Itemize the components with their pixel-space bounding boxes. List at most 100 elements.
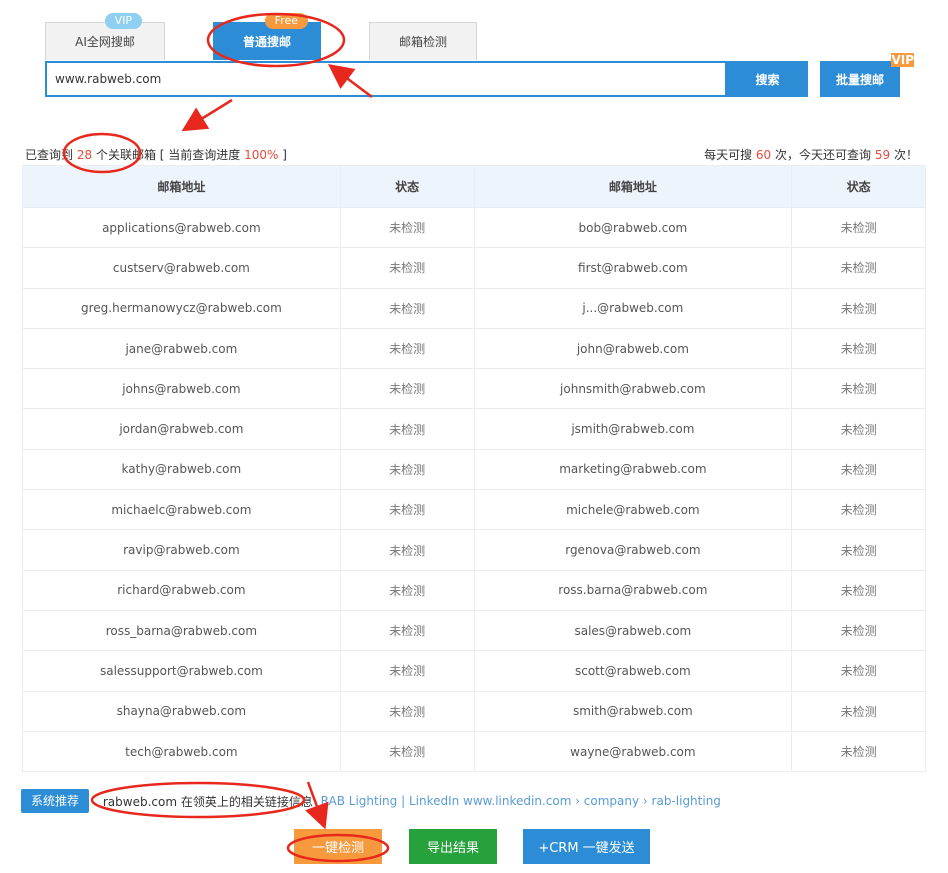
email-cell: michaelc@rabweb.com xyxy=(22,489,341,531)
table-row: greg.hermanowycz@rabweb.com 未检测 j...@rabwe… xyxy=(22,287,926,329)
email-cell: richard@rabweb.com xyxy=(22,569,341,611)
email-cell: applications@rabweb.com xyxy=(22,206,341,249)
email-cell: ravip@rabweb.com xyxy=(22,529,341,571)
table-row: jordan@rabweb.com 未检测 jsmith@rabweb.com 未检测 xyxy=(22,408,926,450)
status-cell: 未检测 xyxy=(791,730,926,773)
email-cell: michele@rabweb.com xyxy=(473,489,793,531)
email-cell: jane@rabweb.com xyxy=(22,327,341,370)
tab-ai-search[interactable]: AI全网搜邮 VIP xyxy=(45,13,165,60)
email-cell: marketing@rabweb.com xyxy=(473,448,793,491)
search-button[interactable]: 搜索 xyxy=(727,61,808,97)
status-cell: 未检测 xyxy=(339,569,475,611)
one-click-check-button[interactable]: 一键检测 xyxy=(294,829,382,864)
status-cell: 未检测 xyxy=(339,730,475,773)
table-row: michaelc@rabweb.com 未检测 michele@rabweb.com… xyxy=(22,489,926,531)
status-close: ] xyxy=(282,148,287,162)
status-cell: 未检测 xyxy=(791,448,926,491)
status-cell: 未检测 xyxy=(791,368,926,410)
quota-prefix: 每天可搜 xyxy=(704,148,753,162)
email-cell: rgenova@rabweb.com xyxy=(473,529,793,571)
result-count: 28 xyxy=(76,148,93,162)
status-cell: 未检测 xyxy=(791,206,926,249)
status-cell: 未检测 xyxy=(339,448,475,491)
status-cell: 未检测 xyxy=(791,489,926,531)
recommend-text: rabweb.com 在领英上的相关链接信息 xyxy=(102,794,313,809)
linkedin-link[interactable]: RAB Lighting | LinkedIn www.linkedin.com… xyxy=(321,794,721,808)
remaining-count: 59 xyxy=(874,148,891,162)
status-cell: 未检测 xyxy=(791,327,926,370)
email-cell: johnsmith@rabweb.com xyxy=(473,368,793,410)
email-cell: j...@rabweb.com xyxy=(473,287,793,329)
status-cell: 未检测 xyxy=(791,569,926,611)
table-row: tech@rabweb.com 未检测 wayne@rabweb.com 未检测 xyxy=(22,730,926,773)
status-cell: 未检测 xyxy=(339,206,475,249)
status-cell: 未检测 xyxy=(339,650,475,692)
table-row: salessupport@rabweb.com 未检测 scott@rabweb.c… xyxy=(22,650,926,692)
status-cell: 未检测 xyxy=(339,247,475,289)
status-cell: 未检测 xyxy=(339,368,475,410)
email-cell: jordan@rabweb.com xyxy=(22,408,341,450)
status-cell: 未检测 xyxy=(791,287,926,329)
table-row: ravip@rabweb.com 未检测 rgenova@rabweb.com 未检测 xyxy=(22,529,926,571)
status-cell: 未检测 xyxy=(339,287,475,329)
table-row: kathy@rabweb.com 未检测 marketing@rabweb.com 未… xyxy=(22,448,926,491)
email-cell: johns@rabweb.com xyxy=(22,368,341,410)
annotation-arrow xyxy=(181,98,233,132)
export-results-button[interactable]: 导出结果 xyxy=(409,829,497,864)
progress-value: 100% xyxy=(244,148,279,162)
status-cell: 未检测 xyxy=(339,408,475,450)
table-row: richard@rabweb.com 未检测 ross.barna@rabweb.c… xyxy=(22,569,926,611)
column-header-status: 状态 xyxy=(339,165,475,208)
vip-badge: VIP xyxy=(104,13,142,29)
tab-label: 普通搜邮 xyxy=(242,35,291,49)
table-row: custserv@rabweb.com 未检测 first@rabweb.com 未检… xyxy=(22,247,926,289)
column-header-email: 邮箱地址 xyxy=(473,165,793,208)
column-header-status: 状态 xyxy=(791,165,926,208)
email-cell: scott@rabweb.com xyxy=(473,650,793,692)
crm-send-button[interactable]: +CRM 一键发送 xyxy=(523,829,650,864)
table-row: shayna@rabweb.com 未检测 smith@rabweb.com 未检测 xyxy=(22,690,926,732)
status-cell: 未检测 xyxy=(339,489,475,531)
vip-badge: VIP xyxy=(891,53,914,67)
system-recommendation: 系统推荐 rabweb.com 在领英上的相关链接信息 RAB Lighting… xyxy=(21,789,721,813)
status-cell: 未检测 xyxy=(339,609,475,652)
table-row: applications@rabweb.com 未检测 bob@rabweb.com… xyxy=(22,206,926,249)
tab-normal-search[interactable]: 普通搜邮 Free xyxy=(213,13,321,60)
tab-label: 邮箱检测 xyxy=(398,35,447,49)
quota-info: 每天可搜 60 次，今天还可查询 59 次！ xyxy=(704,146,918,163)
search-input[interactable] xyxy=(45,61,727,97)
email-cell: salessupport@rabweb.com xyxy=(22,650,341,692)
quota-middle: 次，今天还可查询 xyxy=(775,148,872,162)
tab-email-check[interactable]: 邮箱检测 xyxy=(369,22,477,60)
table-header-row: 邮箱地址 状态 邮箱地址 状态 xyxy=(22,165,926,208)
status-cell: 未检测 xyxy=(339,690,475,732)
status-cell: 未检测 xyxy=(791,408,926,450)
status-cell: 未检测 xyxy=(339,327,475,370)
email-cell: wayne@rabweb.com xyxy=(473,730,793,773)
status-cell: 未检测 xyxy=(791,650,926,692)
email-cell: first@rabweb.com xyxy=(473,247,793,289)
email-cell: sales@rabweb.com xyxy=(473,609,793,652)
free-badge: Free xyxy=(264,13,308,29)
table-row: johns@rabweb.com 未检测 johnsmith@rabweb.com 未… xyxy=(22,368,926,410)
batch-search-button[interactable]: 批量搜邮 VIP xyxy=(820,53,914,97)
table-row: jane@rabweb.com 未检测 john@rabweb.com 未检测 xyxy=(22,327,926,370)
status-cell: 未检测 xyxy=(791,690,926,732)
column-header-email: 邮箱地址 xyxy=(22,165,341,208)
status-cell: 未检测 xyxy=(791,247,926,289)
status-cell: 未检测 xyxy=(339,529,475,571)
email-cell: ross_barna@rabweb.com xyxy=(22,609,341,652)
email-cell: custserv@rabweb.com xyxy=(22,247,341,289)
status-cell: 未检测 xyxy=(791,609,926,652)
email-cell: jsmith@rabweb.com xyxy=(473,408,793,450)
status-suffix: 个关联邮箱 [ 当前查询进度 xyxy=(95,148,241,162)
status-prefix: 已查询到 xyxy=(25,148,74,162)
email-cell: john@rabweb.com xyxy=(473,327,793,370)
email-cell: bob@rabweb.com xyxy=(473,206,793,249)
quota-suffix: 次！ xyxy=(893,148,918,162)
recommend-badge: 系统推荐 xyxy=(21,789,90,813)
email-cell: tech@rabweb.com xyxy=(22,730,341,773)
email-cell: smith@rabweb.com xyxy=(473,690,793,732)
daily-limit: 60 xyxy=(755,148,772,162)
email-cell: greg.hermanowycz@rabweb.com xyxy=(22,287,341,329)
